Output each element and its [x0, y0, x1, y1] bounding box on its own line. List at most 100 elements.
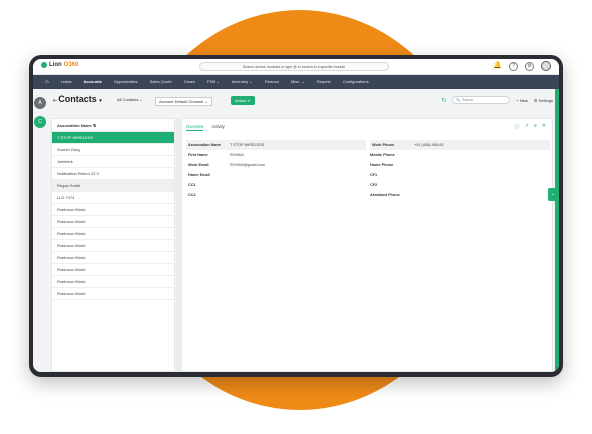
field-value[interactable]: T STOP WIRELESS [230, 140, 360, 150]
field-row: Association Name T STOP WIRELESS Work Phon… [186, 140, 550, 150]
page-title: ⇤Contacts ▾ [53, 94, 102, 104]
app-screen: Lion O360 Search across modules or type @… [33, 59, 559, 372]
contact-list: Association Name ⇅ T STOP WIRELESS Suresh… [51, 118, 175, 372]
field-value[interactable]: ROHAN@gmail.com [230, 160, 362, 170]
nav-item[interactable]: FSM ⌄ [201, 75, 226, 89]
channel-dropdown[interactable]: Account Default Channel ⌄ [155, 97, 212, 106]
field-label: Work Phone [372, 143, 395, 147]
rail-avatar-c[interactable]: C [34, 116, 46, 128]
field-pair: Home Email [186, 170, 368, 180]
nav-item[interactable]: Misc. ⌄ [285, 75, 311, 89]
list-items: T STOP WIRELESS Suresh Garg Jwhirlerk Notif… [52, 132, 174, 300]
nav-item[interactable]: Opportunities [108, 75, 144, 89]
list-item[interactable]: Robinson World [52, 204, 174, 216]
settings-label: Settings [538, 97, 553, 103]
list-item[interactable]: Notification Return 22 0 [52, 168, 174, 180]
field-row: CC1 CF2 [186, 180, 550, 190]
help-icon[interactable]: ? [509, 61, 518, 71]
list-item[interactable]: Robinson World [52, 276, 174, 288]
list-item[interactable]: Robinson World [52, 216, 174, 228]
tab-overview[interactable]: Overview [186, 124, 204, 131]
back-arrow-icon[interactable]: ← [548, 188, 559, 201]
nav-item[interactable]: Inventory ⌄ [226, 75, 259, 89]
list-item[interactable]: Regan Smith [52, 180, 174, 192]
list-item[interactable]: Suresh Garg [52, 144, 174, 156]
close-icon[interactable]: ✕ [542, 123, 546, 130]
settings-button[interactable]: ⚙ Settings [534, 98, 553, 103]
left-rail: A C [33, 89, 47, 372]
field-pair: Association Name T STOP WIRELESS [186, 140, 366, 150]
refresh-icon[interactable]: ↻ [441, 97, 446, 104]
field-value[interactable] [412, 160, 544, 170]
nav-item[interactable]: Accounts [78, 75, 108, 89]
user-avatar[interactable] [541, 61, 551, 71]
field-row: Home Email CF1 [186, 170, 550, 180]
field-value[interactable]: +91 (406)-965-65 [414, 140, 544, 150]
tab-activity[interactable]: Activity [211, 124, 224, 131]
notification-bell-icon[interactable]: 🔔 [493, 62, 502, 71]
field-pair: CC1 [186, 180, 368, 190]
app-logo[interactable]: Lion O360 [41, 62, 78, 68]
all-contacts-dropdown[interactable]: All Contacts ⌄ [117, 97, 143, 102]
list-header-label: Association Name [57, 123, 92, 128]
detail-panel: Overview Activity ⓘ ↗ ≡ ✕ Association Nam… [181, 118, 553, 372]
field-pair: Home Phone [368, 160, 550, 170]
rail-avatar-a[interactable]: A [34, 97, 46, 109]
right-accent-strip [555, 89, 559, 372]
list-item[interactable]: LLD 7474 [52, 192, 174, 204]
field-value[interactable] [230, 180, 362, 190]
title-dropdown-icon[interactable]: ▾ [99, 98, 102, 104]
list-header[interactable]: Association Name ⇅ [52, 119, 174, 132]
contacts-search-input[interactable]: 🔍 Search [452, 96, 511, 104]
channel-label: Account Default Channel [159, 99, 204, 104]
nav-item[interactable]: Reports [311, 75, 337, 89]
field-value[interactable] [230, 170, 362, 180]
header-actions: ↻ 🔍 Search + New ⚙ Settings [441, 96, 553, 104]
global-search-input[interactable]: Search across modules or type @ to searc… [199, 62, 389, 71]
list-item[interactable]: Robinson World [52, 264, 174, 276]
list-item[interactable]: Robinson World [52, 288, 174, 300]
field-value[interactable] [412, 150, 544, 160]
field-label: Association Name [188, 143, 221, 147]
nav-item[interactable]: Cases [178, 75, 201, 89]
field-value[interactable] [412, 170, 544, 180]
nav-item[interactable]: Sales Quote [144, 75, 178, 89]
new-button[interactable]: + New [516, 98, 527, 103]
page-title-text: Contacts [58, 94, 97, 104]
field-row: CC2 Assistant Phone [186, 190, 550, 200]
field-pair: Work Phone +91 (406)-965-65 [370, 140, 550, 150]
home-icon[interactable]: ⌂ [43, 79, 55, 85]
list-item[interactable]: T STOP WIRELESS [52, 132, 174, 144]
action-label: Action [235, 98, 247, 103]
field-pair: First Name ROHAN [186, 150, 368, 160]
list-item[interactable]: Robinson World [52, 228, 174, 240]
info-icon[interactable]: ⓘ [515, 123, 520, 130]
menu-icon[interactable]: ≡ [534, 123, 537, 130]
field-label: Mobile Phone [370, 153, 395, 157]
field-value[interactable] [412, 180, 544, 190]
detail-fields: Association Name T STOP WIRELESS Work Phon… [186, 140, 550, 200]
field-label: Home Phone [370, 163, 394, 167]
collapse-icon[interactable]: ⇤ [53, 98, 57, 104]
field-row: First Name ROHAN Mobile Phone [186, 150, 550, 160]
field-pair: CF1 [368, 170, 550, 180]
field-label: CC2 [188, 193, 196, 197]
nav-item[interactable]: Finance [259, 75, 285, 89]
nav-item[interactable]: Leads [55, 75, 78, 89]
field-pair: CF2 [368, 180, 550, 190]
list-item[interactable]: Robinson World [52, 240, 174, 252]
field-value[interactable]: ROHAN [230, 150, 362, 160]
field-value[interactable] [230, 190, 362, 200]
expand-icon[interactable]: ↗ [525, 123, 529, 130]
sort-icon[interactable]: ⇅ [93, 123, 96, 128]
list-scrollbar[interactable] [176, 118, 180, 372]
field-label: CF1 [370, 173, 378, 177]
field-value[interactable] [412, 190, 544, 200]
field-row: Work Email ROHAN@gmail.com Home Phone [186, 160, 550, 170]
list-item[interactable]: Jwhirlerk [52, 156, 174, 168]
list-item[interactable]: Robinson World [52, 252, 174, 264]
action-button[interactable]: Action ✔ [231, 96, 255, 105]
settings-gear-icon[interactable]: ⚙ [525, 61, 534, 71]
nav-item[interactable]: Configurations [337, 75, 375, 89]
detail-icons: ⓘ ↗ ≡ ✕ [515, 123, 546, 130]
